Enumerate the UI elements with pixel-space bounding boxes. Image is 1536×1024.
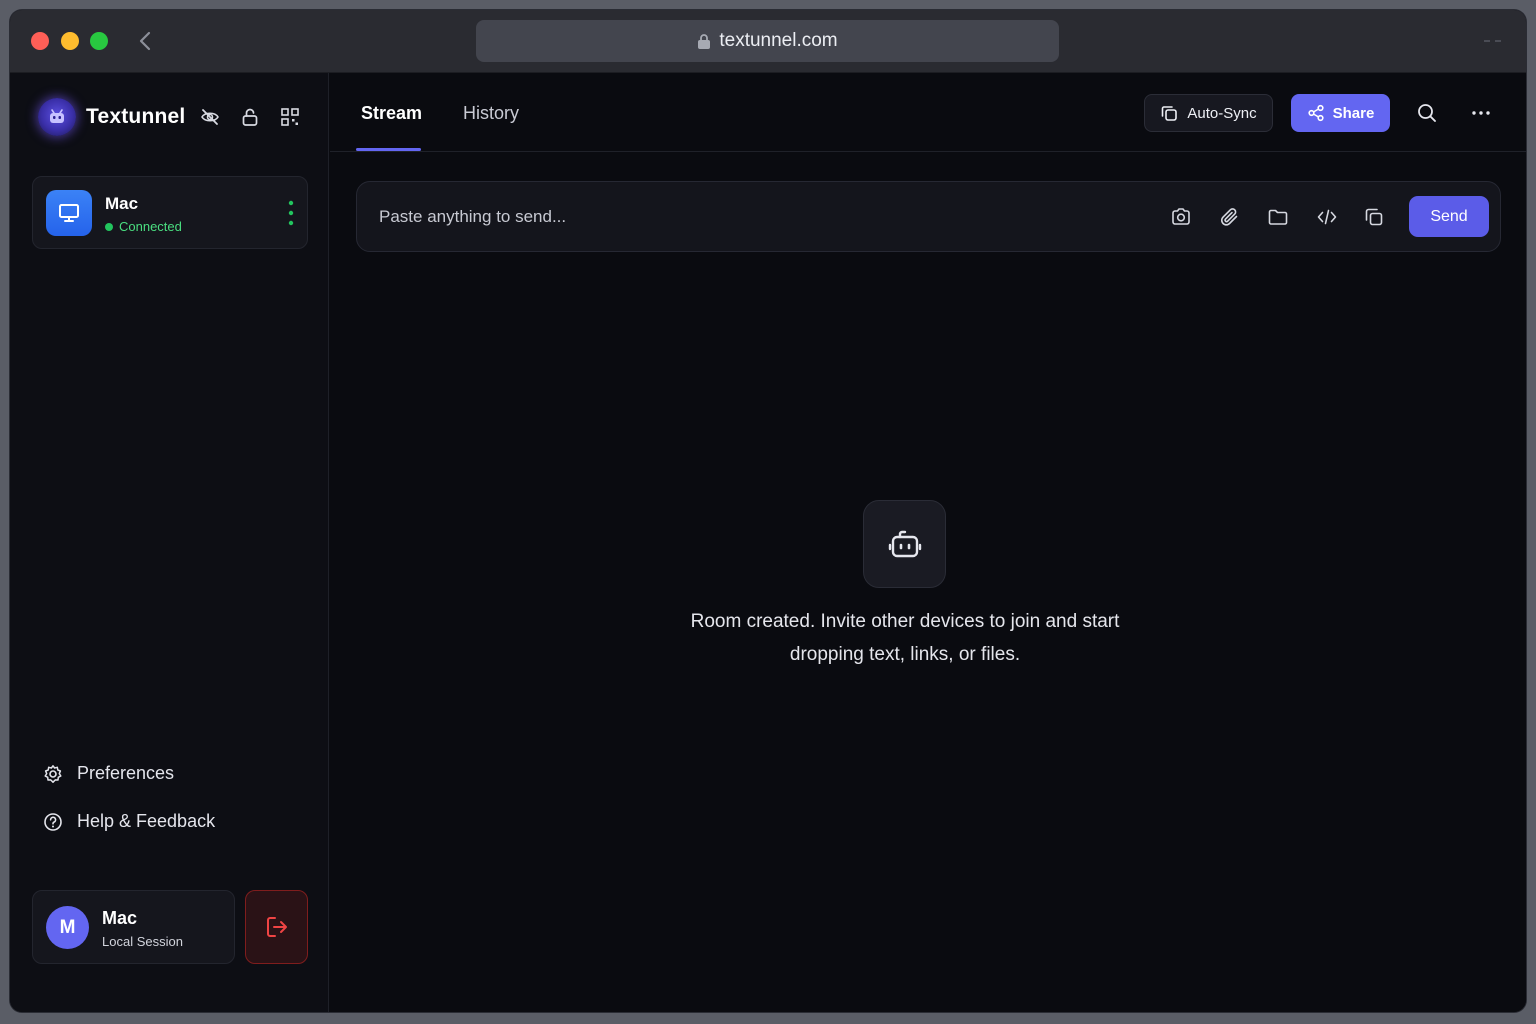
user-card[interactable]: M Mac Local Session bbox=[32, 890, 235, 964]
eye-off-icon[interactable] bbox=[200, 107, 220, 127]
logout-icon bbox=[266, 917, 287, 937]
active-tab-indicator bbox=[356, 148, 421, 151]
close-window-button[interactable] bbox=[31, 32, 49, 50]
brand: Textunnel bbox=[38, 97, 185, 137]
preferences-label: Preferences bbox=[77, 763, 175, 783]
back-arrow-icon[interactable] bbox=[135, 29, 155, 53]
search-icon[interactable] bbox=[1416, 102, 1438, 124]
device-card[interactable]: Mac Connected bbox=[32, 176, 308, 249]
camera-icon[interactable] bbox=[1170, 206, 1192, 228]
empty-state-message: Room created. Invite other devices to jo… bbox=[650, 605, 1160, 671]
share-button[interactable]: Share bbox=[1291, 94, 1390, 132]
lock-icon bbox=[698, 34, 711, 49]
composer: Send bbox=[356, 181, 1501, 252]
browser-titlebar: textunnel.com bbox=[10, 10, 1526, 73]
send-button[interactable]: Send bbox=[1409, 196, 1489, 237]
more-options-icon[interactable] bbox=[1471, 109, 1491, 117]
auto-sync-label: Auto-Sync bbox=[1187, 104, 1257, 122]
copy-icon[interactable] bbox=[1363, 206, 1385, 228]
help-feedback-label: Help & Feedback bbox=[77, 811, 216, 831]
preferences-link[interactable]: Preferences bbox=[43, 763, 174, 784]
minimize-window-button[interactable] bbox=[61, 32, 79, 50]
brand-tools bbox=[200, 107, 300, 127]
browser-window: textunnel.com Textunnel Mac Connected Pr… bbox=[10, 10, 1526, 1012]
share-label: Share bbox=[1332, 104, 1375, 122]
address-bar[interactable]: textunnel.com bbox=[476, 20, 1059, 62]
paperclip-icon[interactable] bbox=[1219, 206, 1241, 228]
device-menu-icon[interactable] bbox=[287, 199, 295, 227]
device-name: Mac bbox=[105, 194, 139, 213]
status-dot-icon bbox=[105, 222, 113, 231]
empty-state-line-2: dropping text, links, or files. bbox=[789, 644, 1021, 665]
unlock-icon[interactable] bbox=[240, 107, 260, 127]
app-logo-icon bbox=[38, 98, 76, 136]
help-feedback-link[interactable]: Help & Feedback bbox=[43, 811, 215, 832]
gear-icon bbox=[44, 764, 62, 783]
auto-sync-button[interactable]: Auto-Sync bbox=[1144, 94, 1273, 132]
folder-icon[interactable] bbox=[1267, 206, 1289, 228]
maximize-window-button[interactable] bbox=[90, 32, 108, 50]
main-panel: Stream History Auto-Sync Share Paste any… bbox=[330, 73, 1526, 1012]
copy-icon bbox=[1162, 106, 1178, 121]
user-session-label: Local Session bbox=[102, 934, 183, 949]
avatar: M bbox=[46, 906, 89, 949]
app-name: Textunnel bbox=[86, 105, 186, 128]
top-bar: Stream History Auto-Sync Share bbox=[330, 73, 1526, 152]
message-input[interactable] bbox=[379, 204, 1139, 230]
share-icon bbox=[1308, 104, 1324, 122]
tab-history[interactable]: History bbox=[463, 103, 519, 124]
device-status: Connected bbox=[105, 219, 182, 234]
window-more-icon bbox=[1484, 40, 1501, 42]
logout-button[interactable] bbox=[245, 890, 308, 964]
qr-code-icon[interactable] bbox=[280, 107, 300, 127]
monitor-icon bbox=[46, 190, 92, 236]
empty-state-line-1: Room created. Invite other devices to jo… bbox=[690, 611, 1120, 632]
url-text: textunnel.com bbox=[719, 30, 838, 51]
device-status-text: Connected bbox=[119, 219, 182, 234]
sidebar: Textunnel Mac Connected Preferences Help… bbox=[10, 73, 329, 1012]
tab-stream[interactable]: Stream bbox=[361, 103, 422, 124]
bot-icon bbox=[863, 500, 946, 588]
code-icon[interactable] bbox=[1316, 206, 1338, 228]
help-circle-icon bbox=[44, 812, 62, 831]
user-name: Mac bbox=[102, 908, 138, 928]
